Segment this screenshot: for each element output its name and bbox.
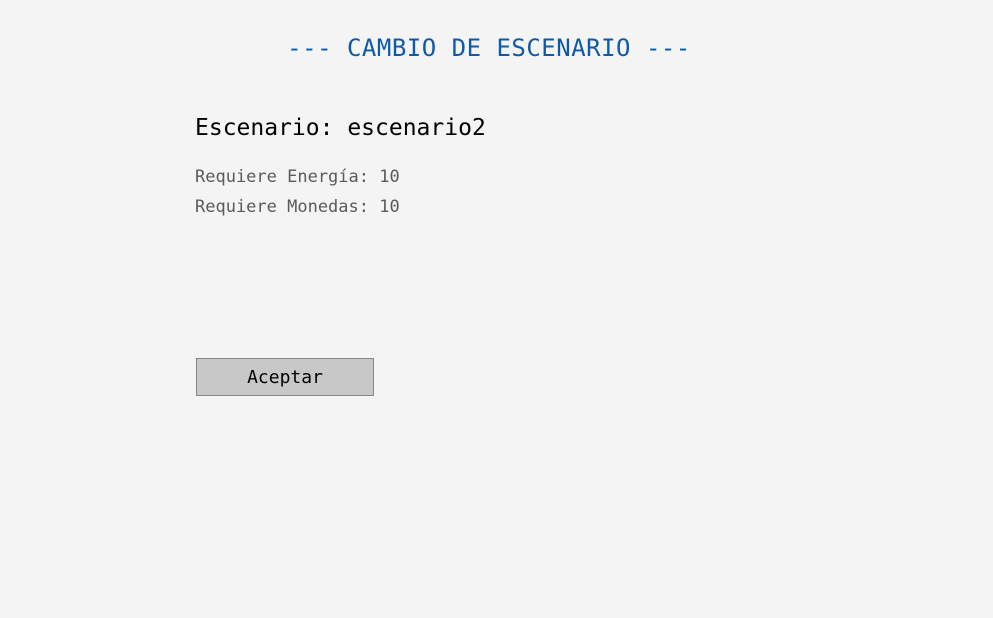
accept-button[interactable]: Aceptar (196, 358, 374, 396)
scenario-name: Escenario: escenario2 (195, 115, 486, 141)
game-screen: { "title": "--- CAMBIO DE ESCENARIO ---"… (0, 0, 993, 618)
coins-requirement: Requiere Monedas: 10 (195, 197, 400, 217)
screen-title: --- CAMBIO DE ESCENARIO --- (287, 34, 691, 62)
energy-requirement: Requiere Energía: 10 (195, 167, 400, 187)
